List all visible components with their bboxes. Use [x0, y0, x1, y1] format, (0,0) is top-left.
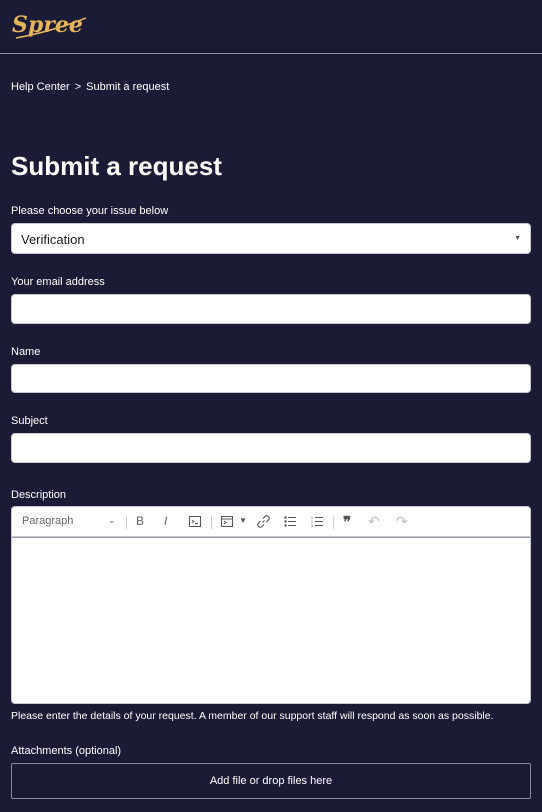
name-field[interactable] — [11, 364, 531, 393]
link-icon[interactable] — [257, 515, 270, 528]
breadcrumb-current[interactable]: Submit a request — [86, 81, 169, 93]
bold-icon[interactable]: B — [136, 514, 144, 528]
toolbar-divider — [126, 516, 127, 529]
description-label: Description — [11, 489, 67, 501]
issue-label: Please choose your issue below — [11, 205, 169, 217]
spree-logo[interactable]: Spree — [10, 8, 90, 42]
breadcrumb-help-center[interactable]: Help Center — [11, 81, 70, 93]
site-header: Spree — [0, 0, 542, 54]
email-label: Your email address — [11, 276, 105, 288]
chevron-down-icon: ⌄ — [108, 515, 116, 525]
code-icon[interactable] — [189, 516, 201, 527]
paragraph-style-select[interactable]: Paragraph ⌄ — [22, 515, 117, 527]
blockquote-icon[interactable]: ❞ — [343, 513, 351, 531]
attachments-button-label: Add file or drop files here — [209, 775, 333, 787]
chevron-down-icon[interactable]: ▼ — [239, 516, 247, 525]
redo-icon[interactable]: ↷ — [396, 513, 408, 530]
issue-select-value: Verification — [21, 232, 85, 247]
toolbar-divider — [211, 516, 212, 529]
breadcrumb: Help Center > Submit a request — [11, 81, 169, 93]
description-hint: Please enter the details of your request… — [11, 710, 494, 722]
numbered-list-icon[interactable]: 123 — [311, 516, 324, 527]
subject-label: Subject — [11, 415, 48, 427]
attachments-dropzone[interactable]: Add file or drop files here — [11, 763, 531, 799]
description-editor[interactable] — [11, 537, 531, 704]
svg-text:Spree: Spree — [12, 12, 83, 38]
email-field[interactable] — [11, 294, 531, 324]
svg-text:3: 3 — [311, 524, 313, 527]
paragraph-style-value: Paragraph — [22, 515, 74, 527]
breadcrumb-separator: > — [74, 81, 82, 93]
italic-icon[interactable]: I — [164, 514, 167, 528]
page-title: Submit a request — [11, 151, 222, 181]
undo-icon[interactable]: ↶ — [368, 513, 380, 530]
toolbar-divider — [333, 516, 334, 529]
editor-toolbar: Paragraph ⌄ B I ▼ 123 ❞ ↶ ↷ — [11, 506, 531, 537]
issue-select[interactable]: Verification ▼ — [11, 223, 531, 254]
subject-field[interactable] — [11, 433, 531, 463]
code-block-icon[interactable] — [221, 516, 233, 527]
attachments-label: Attachments (optional) — [11, 745, 122, 757]
bulleted-list-icon[interactable] — [284, 516, 297, 527]
caret-down-icon: ▼ — [514, 235, 521, 242]
name-label: Name — [11, 346, 41, 358]
